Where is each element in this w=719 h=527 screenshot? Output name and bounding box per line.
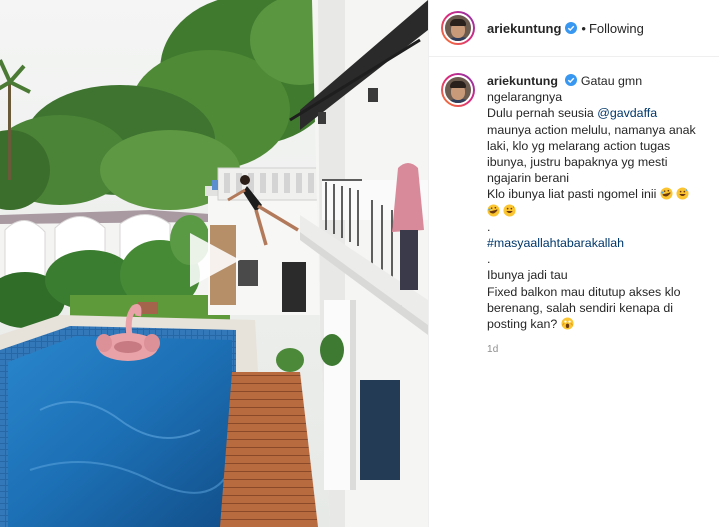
- caption-line-8: Fixed balkon mau ditutup akses klo beren…: [487, 284, 681, 332]
- screaming-face-emoji-icon: [561, 317, 574, 330]
- grinning-sweat-emoji-icon: [676, 187, 689, 200]
- play-button[interactable]: [186, 231, 242, 289]
- caption-dot-1: .: [487, 219, 491, 234]
- caption-block: ariekuntung Gatau gmn ngelarangnya Dulu …: [429, 57, 719, 358]
- post-timestamp[interactable]: 1d: [487, 342, 707, 358]
- hashtag-link[interactable]: #masyaallahtabarakallah: [487, 235, 707, 251]
- caption-line-2: Dulu pernah seusia: [487, 106, 594, 121]
- post-side-panel: ariekuntung • Following ariekuntung Gata…: [428, 0, 719, 527]
- play-icon: [190, 233, 240, 287]
- author-avatar[interactable]: [441, 11, 475, 45]
- rofl-emoji-icon-2: [487, 204, 500, 217]
- caption-username[interactable]: ariekuntung: [487, 74, 558, 88]
- post-media-video[interactable]: [0, 0, 428, 527]
- caption-verified-badge-icon: [565, 74, 578, 86]
- following-button[interactable]: Following: [589, 21, 644, 36]
- mention-link[interactable]: @gavdaffa: [597, 106, 657, 120]
- grinning-sweat-emoji-icon-2: [503, 204, 516, 217]
- header-separator: •: [581, 20, 586, 36]
- caption-line-3: maunya action melulu, namanya anak laki,…: [487, 122, 696, 186]
- rofl-emoji-icon: [660, 187, 673, 200]
- caption-line-4: Klo ibunya liat pasti ngomel inii: [487, 187, 657, 202]
- author-username[interactable]: ariekuntung: [487, 21, 561, 36]
- caption-author-avatar[interactable]: [441, 73, 475, 107]
- verified-badge-icon: [565, 22, 578, 34]
- caption-text: ariekuntung Gatau gmn ngelarangnya Dulu …: [487, 73, 707, 358]
- caption-line-7: Ibunya jadi tau: [487, 268, 568, 283]
- caption-dot-2: .: [487, 252, 491, 267]
- post-header: ariekuntung • Following: [429, 0, 719, 57]
